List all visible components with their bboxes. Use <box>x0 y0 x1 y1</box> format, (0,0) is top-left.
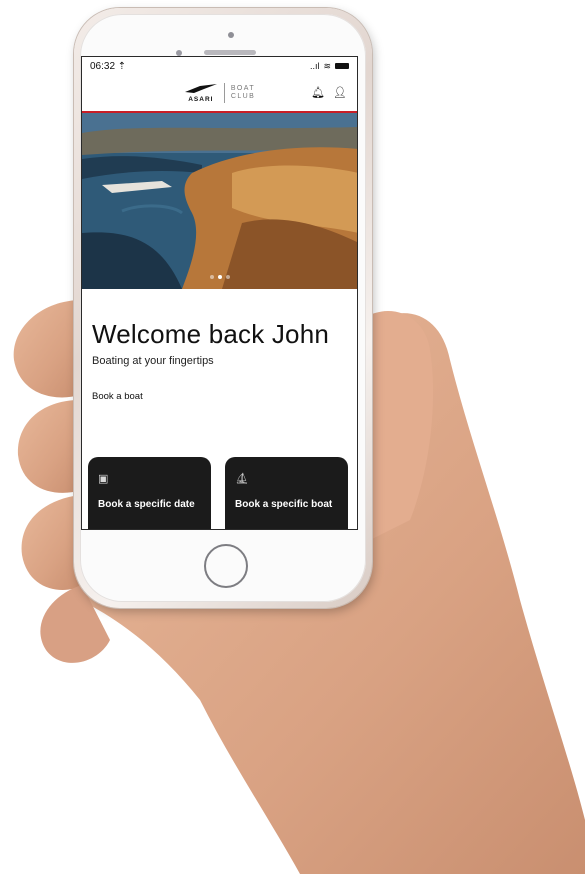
hero-carousel[interactable] <box>82 113 357 289</box>
logo-divider <box>223 83 225 103</box>
status-bar: 06:32 ⇡ ..ıl ≋ <box>82 57 357 75</box>
book-by-date-card[interactable]: ▣ Book a specific date <box>88 457 211 529</box>
status-time: 06:32 ⇡ <box>90 60 127 72</box>
earpiece-speaker <box>204 50 256 55</box>
carousel-dot-active[interactable] <box>217 275 222 279</box>
hero-image <box>82 113 357 289</box>
card-label: Book a specific boat <box>235 499 333 510</box>
boat-icon: ⛵︎ <box>235 473 249 485</box>
front-camera <box>228 32 234 38</box>
welcome-title: Welcome back John <box>92 319 330 349</box>
carousel-dot[interactable] <box>225 275 230 279</box>
wifi-icon: ≋ <box>323 60 331 71</box>
book-section-label: Book a boat <box>92 391 143 402</box>
home-button[interactable] <box>204 544 248 588</box>
booking-cards: ▣ Book a specific date ⛵︎ Book a specifi… <box>88 457 348 529</box>
calendar-icon: ▣ <box>98 473 109 485</box>
user-icon[interactable]: 👤︎ <box>333 86 347 99</box>
club-line-2: CLUB <box>230 93 256 100</box>
club-label: BOAT CLUB <box>231 85 255 101</box>
bell-icon[interactable]: 🔔︎ <box>311 86 325 99</box>
app-screen: 06:32 ⇡ ..ıl ≋ ASARI BOAT CLUB 🔔︎ 👤︎ Wel… <box>81 56 358 530</box>
brand-name: ASARI <box>188 96 214 103</box>
carousel-dot[interactable] <box>209 275 214 279</box>
wing-logo-icon <box>184 84 217 93</box>
book-by-boat-card[interactable]: ⛵︎ Book a specific boat <box>225 457 348 529</box>
battery-icon <box>335 63 349 69</box>
card-label: Book a specific date <box>98 499 195 510</box>
welcome-subtitle: Boating at your fingertips <box>92 355 214 367</box>
club-line-1: BOAT <box>230 85 255 92</box>
signal-icon: ..ıl <box>309 61 320 71</box>
app-header: ASARI BOAT CLUB 🔔︎ 👤︎ <box>82 75 357 111</box>
logo-mark: ASARI <box>184 83 218 103</box>
brand-logo[interactable]: ASARI BOAT CLUB <box>184 83 255 103</box>
carousel-dots <box>82 275 357 279</box>
welcome-section: Welcome back John Boating at your finger… <box>92 319 352 402</box>
